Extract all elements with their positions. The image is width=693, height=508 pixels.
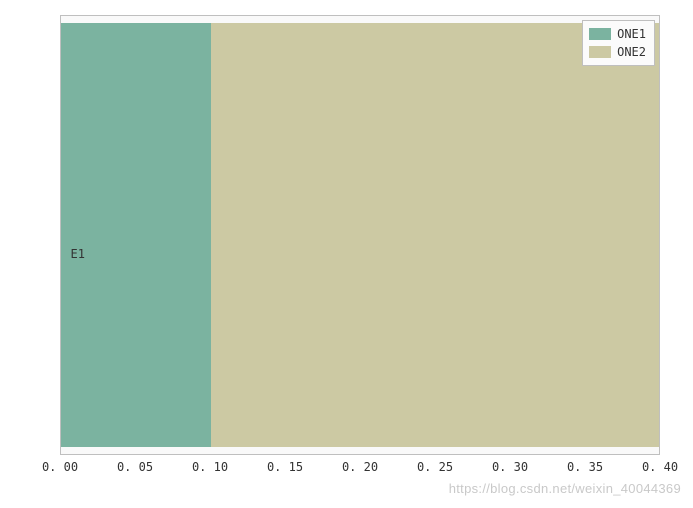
bar-segment-one1	[61, 23, 211, 448]
x-tick: 0. 30	[492, 460, 528, 474]
plot-area: ONE1 ONE2	[60, 15, 660, 455]
x-tick: 0. 10	[192, 460, 228, 474]
x-tick: 0. 35	[567, 460, 603, 474]
x-tick: 0. 15	[267, 460, 303, 474]
legend-swatch-one1	[589, 28, 611, 40]
legend-item-one2: ONE2	[589, 43, 646, 61]
x-axis: 0. 00 0. 05 0. 10 0. 15 0. 20 0. 25 0. 3…	[60, 460, 660, 490]
legend-label: ONE1	[617, 25, 646, 43]
x-tick: 0. 40	[642, 460, 678, 474]
legend: ONE1 ONE2	[582, 20, 655, 66]
chart-container: ONE1 ONE2	[60, 15, 660, 455]
legend-label: ONE2	[617, 43, 646, 61]
y-tick-label-e1: E1	[71, 247, 85, 261]
x-tick: 0. 05	[117, 460, 153, 474]
legend-swatch-one2	[589, 46, 611, 58]
bar-segment-one2	[211, 23, 660, 448]
bar-row-e1	[61, 23, 659, 448]
x-tick: 0. 20	[342, 460, 378, 474]
x-tick: 0. 25	[417, 460, 453, 474]
x-tick: 0. 00	[42, 460, 78, 474]
legend-item-one1: ONE1	[589, 25, 646, 43]
